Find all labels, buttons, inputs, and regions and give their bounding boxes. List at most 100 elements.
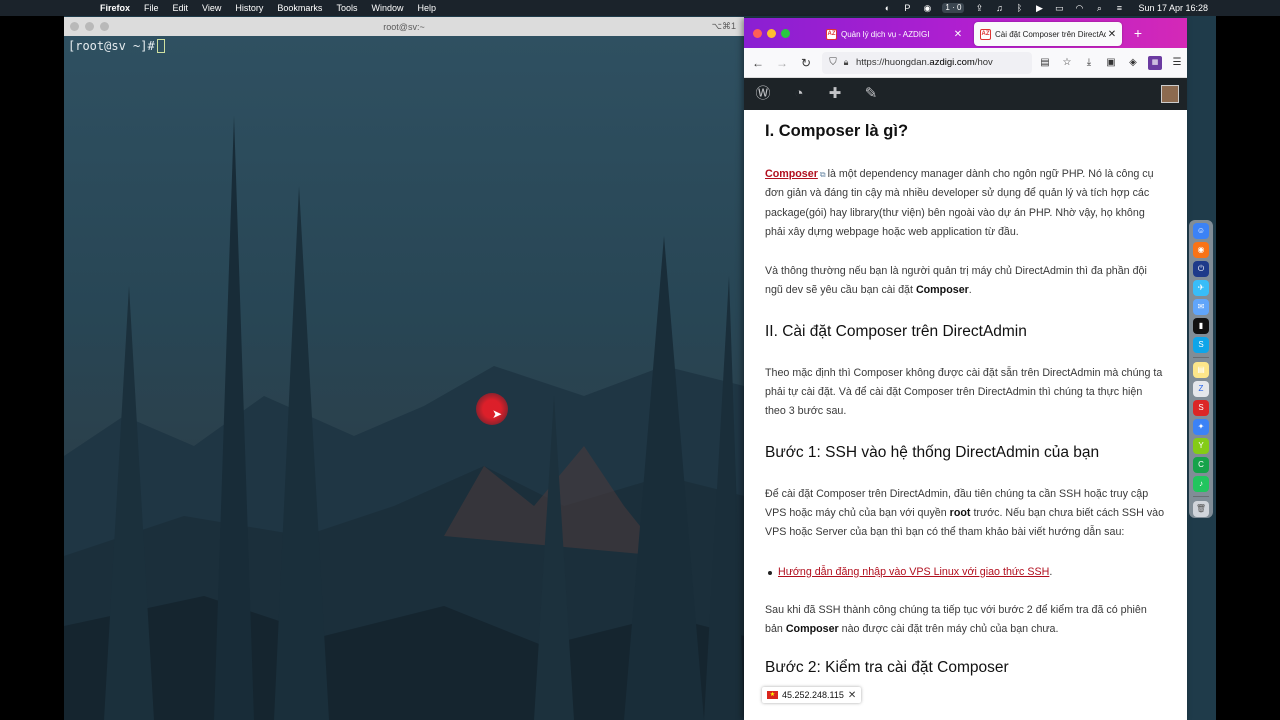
new-tab-plus-icon[interactable]: + xyxy=(1130,25,1146,41)
paragraph-intro: Composer ⧉ là một dependency manager dành … xyxy=(765,168,1154,238)
finder-icon[interactable]: ☺ xyxy=(1193,223,1209,239)
terminal-titlebar[interactable]: root@sv:~ ⌥⌘1 xyxy=(64,17,744,36)
navigation-toolbar: ← → ↻ ⛉ 🔒︎ https://huongdan.azdigi.com/h… xyxy=(744,48,1187,78)
terminal-app-icon[interactable]: ▮ xyxy=(1193,318,1209,334)
close-button[interactable] xyxy=(753,29,762,38)
tab-close-icon[interactable]: ✕ xyxy=(952,29,964,40)
extension-icon[interactable]: ▦ xyxy=(1148,55,1162,70)
azdigi-favicon-icon: AZ xyxy=(980,28,991,40)
add-new-plus-icon[interactable]: ✚ xyxy=(825,84,845,104)
paragraph-after-ssh: Sau khi đã SSH thành công chúng ta tiếp … xyxy=(765,603,1147,635)
menu-edit[interactable]: Edit xyxy=(173,0,189,16)
tab-label: Quản lý dịch vụ - AZDIGI xyxy=(841,29,930,39)
paragraph-ssh-instructions: Để cài đặt Composer trên DirectAdmin, đầ… xyxy=(765,487,1165,539)
tracking-shield-icon[interactable]: ⛉ xyxy=(826,57,840,68)
shell-prompt[interactable]: [root@sv ~]# xyxy=(68,39,165,53)
minimize-button[interactable] xyxy=(767,29,776,38)
tab-label: Cài đặt Composer trên DirectAd xyxy=(995,29,1106,39)
paragraph-admin-note: Và thông thường nếu bạn là người quản tr… xyxy=(765,265,1147,297)
firefox-icon[interactable]: ◉ xyxy=(1193,242,1209,258)
messenger-icon[interactable]: ✦ xyxy=(1193,419,1209,435)
bookmark-star-icon[interactable]: ☆ xyxy=(1060,56,1074,70)
menu-view[interactable]: View xyxy=(202,0,221,16)
sublime-icon[interactable]: S xyxy=(1193,400,1209,416)
heading-what-is-composer: I. Composer là gì? xyxy=(765,122,909,140)
wordpress-admin-bar: Ⓦ ◔ ✚ ✎ xyxy=(744,78,1187,110)
user-avatar[interactable] xyxy=(1161,85,1179,103)
mouse-pointer-icon: ➤ xyxy=(492,407,503,421)
menu-window[interactable]: Window xyxy=(371,0,403,16)
bluetooth-icon[interactable]: ᛒ xyxy=(1014,3,1024,13)
azdigi-favicon-icon: AZ xyxy=(826,28,837,40)
menu-bookmarks[interactable]: Bookmarks xyxy=(277,0,322,16)
upload-icon[interactable]: ⇪ xyxy=(974,3,984,13)
terminal-shortcut: ⌥⌘1 xyxy=(711,21,736,31)
hamburger-menu-icon[interactable]: ☰ xyxy=(1170,56,1184,70)
spotify-icon[interactable]: ♪ xyxy=(1193,476,1209,492)
letterbox-left xyxy=(0,16,64,720)
menu-help[interactable]: Help xyxy=(417,0,436,16)
control-center-icon[interactable]: ≡ xyxy=(1114,3,1124,13)
url-bar[interactable]: ⛉ 🔒︎ https://huongdan.azdigi.com/hov xyxy=(822,51,1032,74)
eye-icon[interactable]: ◉ xyxy=(922,3,932,13)
close-icon[interactable]: ✕ xyxy=(848,690,856,701)
list-item: Hướng dẫn đăng nhập vào VPS Linux với gi… xyxy=(765,563,1166,582)
password-lock-icon[interactable]: ▣ xyxy=(1104,56,1118,70)
play-icon[interactable]: ▶ xyxy=(1034,3,1044,13)
mail-icon[interactable]: ✉ xyxy=(1193,299,1209,315)
skype-icon[interactable]: S xyxy=(1193,337,1209,353)
paragraph-default-note: Theo mặc định thì Composer không được cà… xyxy=(765,366,1163,418)
lock-icon[interactable]: 🔒︎ xyxy=(840,57,852,68)
back-arrow-icon[interactable]: ← xyxy=(748,53,768,73)
guide-list: Hướng dẫn đăng nhập vào VPS Linux với gi… xyxy=(765,563,1166,582)
edit-pencil-icon[interactable]: ✎ xyxy=(861,84,881,104)
dashboard-gauge-icon[interactable]: ◔ xyxy=(789,84,809,104)
composer-link[interactable]: Composer xyxy=(765,168,818,180)
search-icon[interactable]: ⌕ xyxy=(1094,3,1104,13)
ssh-guide-link[interactable]: Hướng dẫn đăng nhập vào VPS Linux với gi… xyxy=(778,566,1049,578)
parking-icon[interactable]: P xyxy=(902,3,912,13)
terminal-window[interactable]: root@sv:~ ⌥⌘1 [root@sv ~]# ➤ xyxy=(64,17,744,720)
article-content: I. Composer là gì? Composer ⧉ là một depen… xyxy=(744,110,1187,720)
dock-separator xyxy=(1193,357,1209,358)
menu-tools[interactable]: Tools xyxy=(336,0,357,16)
forest-wallpaper xyxy=(64,116,744,720)
forward-arrow-icon[interactable]: → xyxy=(772,53,792,73)
macos-menubar: Firefox File Edit View History Bookmarks… xyxy=(0,0,1280,16)
ip-address: 45.252.248.115 xyxy=(782,690,844,700)
power-app-icon[interactable]: ⏻ xyxy=(1193,261,1209,277)
external-link-icon: ⧉ xyxy=(819,170,826,179)
tab-cai-dat-composer[interactable]: AZ Cài đặt Composer trên DirectAd ✕ xyxy=(974,22,1122,46)
tab-quan-ly-dich-vu[interactable]: AZ Quản lý dịch vụ - AZDIGI ✕ xyxy=(820,22,968,46)
tab-close-icon[interactable]: ✕ xyxy=(1106,29,1118,40)
notes-icon[interactable]: ▤ xyxy=(1193,362,1209,378)
trash-icon[interactable]: 🗑︎ xyxy=(1193,501,1209,517)
menu-file[interactable]: File xyxy=(144,0,159,16)
dock-separator xyxy=(1193,496,1209,497)
privacy-extension-icon[interactable]: ◈ xyxy=(1126,56,1140,70)
menu-history[interactable]: History xyxy=(235,0,263,16)
heading-step-1-ssh: Bước 1: SSH vào hệ thống DirectAdmin của… xyxy=(765,443,1100,461)
firefox-window[interactable]: AZ Quản lý dịch vụ - AZDIGI ✕ AZ Cài đặt… xyxy=(744,18,1187,720)
headphones-icon[interactable]: ♫ xyxy=(994,3,1004,13)
terminal-body[interactable]: [root@sv ~]# ➤ xyxy=(64,36,744,720)
url-text[interactable]: https://huongdan.azdigi.com/hov xyxy=(856,57,993,68)
zoom-button[interactable] xyxy=(781,29,790,38)
app-c-icon[interactable]: C xyxy=(1193,457,1209,473)
status-badge[interactable]: 1 · 0 xyxy=(942,3,965,13)
ip-address-badge[interactable]: ★ 45.252.248.115 ✕ xyxy=(762,687,862,703)
menubar-clock[interactable]: Sun 17 Apr 16:28 xyxy=(1138,3,1208,13)
menubar-status-area: ◐ P ◉ 1 · 0 ⇪ ♫ ᛒ ▶ ▭ ◠ ⌕ ≡ Sun 17 Apr 1… xyxy=(882,0,1280,16)
zalo-icon[interactable]: Z xyxy=(1193,381,1209,397)
wifi-icon[interactable]: ◠ xyxy=(1074,3,1084,13)
moon-icon[interactable]: ◐ xyxy=(882,3,892,13)
reload-icon[interactable]: ↻ xyxy=(796,53,816,73)
reader-view-icon[interactable]: ▤ xyxy=(1038,56,1052,70)
tab-bar: AZ Quản lý dịch vụ - AZDIGI ✕ AZ Cài đặt… xyxy=(744,18,1187,48)
menu-app-firefox[interactable]: Firefox xyxy=(100,0,130,16)
telegram-icon[interactable]: ✈ xyxy=(1193,280,1209,296)
wordpress-logo-icon[interactable]: Ⓦ xyxy=(753,84,773,104)
battery-icon[interactable]: ▭ xyxy=(1054,3,1064,13)
downloads-icon[interactable]: ⤓ xyxy=(1082,56,1096,70)
app-y-icon[interactable]: Y xyxy=(1193,438,1209,454)
